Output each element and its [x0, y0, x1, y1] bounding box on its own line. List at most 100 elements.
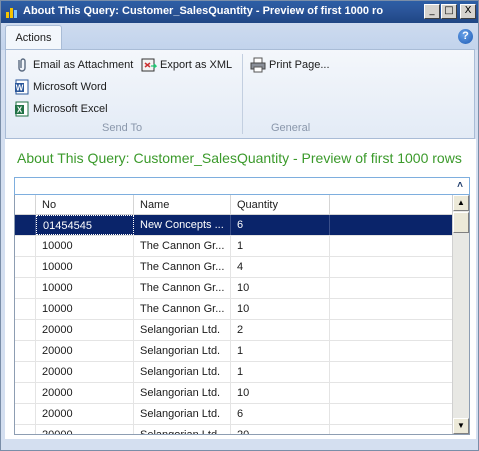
cell-name[interactable]: The Cannon Gr... — [134, 278, 231, 298]
printer-icon — [250, 57, 266, 73]
app-chart-icon — [6, 8, 17, 18]
svg-text:X: X — [17, 105, 23, 114]
cell-name[interactable]: Selangorian Ltd. — [134, 404, 231, 424]
group-separator — [242, 54, 243, 134]
cell-no[interactable]: 20000 — [36, 425, 134, 434]
cell-quantity[interactable]: 1 — [231, 236, 330, 256]
filter-bar[interactable]: ˄ — [14, 177, 470, 195]
cell-quantity[interactable]: 20 — [231, 425, 330, 434]
table-row[interactable]: 01454545 New Concepts ... 6 — [15, 215, 452, 236]
ribbon-tab-strip: Actions ? — [1, 23, 478, 51]
microsoft-word-button[interactable]: W Microsoft Word — [14, 77, 107, 96]
cell-name[interactable]: Selangorian Ltd. — [134, 320, 231, 340]
cell-quantity[interactable]: 6 — [231, 404, 330, 424]
excel-icon: X — [14, 101, 30, 117]
export-as-xml-label: Export as XML — [160, 58, 233, 71]
maximize-button[interactable]: □ — [441, 4, 457, 19]
cell-name[interactable]: Selangorian Ltd. — [134, 362, 231, 382]
scroll-down-icon[interactable]: ▼ — [453, 418, 469, 434]
cell-quantity[interactable]: 10 — [231, 299, 330, 319]
cell-no[interactable]: 20000 — [36, 404, 134, 424]
svg-text:W: W — [16, 83, 24, 92]
column-header-name[interactable]: Name — [134, 195, 231, 215]
cell-quantity[interactable]: 2 — [231, 320, 330, 340]
microsoft-word-label: Microsoft Word — [33, 80, 107, 93]
cell-no[interactable]: 10000 — [36, 299, 134, 319]
cell-quantity[interactable]: 1 — [231, 362, 330, 382]
table-row[interactable]: 20000 Selangorian Ltd. 20 — [15, 425, 452, 434]
table-row[interactable]: 20000 Selangorian Ltd. 1 — [15, 362, 452, 383]
table-row[interactable]: 20000 Selangorian Ltd. 1 — [15, 341, 452, 362]
group-label-send-to: Send To — [102, 122, 143, 134]
row-selector[interactable] — [15, 320, 36, 340]
table-row[interactable]: 20000 Selangorian Ltd. 2 — [15, 320, 452, 341]
column-header-quantity[interactable]: Quantity — [231, 195, 330, 215]
row-selector[interactable] — [15, 362, 36, 382]
ribbon-panel: Email as Attachment Export as XML W Micr… — [5, 49, 475, 139]
email-attachment-icon — [14, 57, 30, 73]
cell-quantity[interactable]: 1 — [231, 341, 330, 361]
cell-name[interactable]: Selangorian Ltd. — [134, 341, 231, 361]
table-row[interactable]: 10000 The Cannon Gr... 1 — [15, 236, 452, 257]
content-area: About This Query: Customer_SalesQuantity… — [5, 139, 476, 439]
word-icon: W — [14, 79, 30, 95]
row-selector[interactable] — [15, 299, 36, 319]
print-page-button[interactable]: Print Page... — [250, 55, 330, 74]
cell-no[interactable]: 20000 — [36, 362, 134, 382]
window-title: About This Query: Customer_SalesQuantity… — [23, 5, 384, 17]
table-row[interactable]: 20000 Selangorian Ltd. 6 — [15, 404, 452, 425]
row-selector[interactable] — [15, 383, 36, 403]
vertical-scrollbar[interactable]: ▲ ▼ — [452, 195, 469, 434]
microsoft-excel-label: Microsoft Excel — [33, 102, 108, 115]
minimize-button[interactable]: _ — [424, 4, 440, 19]
column-header-no[interactable]: No — [36, 195, 134, 215]
cell-quantity[interactable]: 6 — [231, 215, 330, 235]
query-preview-window: About This Query: Customer_SalesQuantity… — [0, 0, 479, 451]
microsoft-excel-button[interactable]: X Microsoft Excel — [14, 99, 108, 118]
scroll-thumb[interactable] — [453, 212, 469, 233]
cell-no[interactable]: 20000 — [36, 383, 134, 403]
row-selector[interactable] — [15, 425, 36, 434]
row-selector[interactable] — [15, 236, 36, 256]
page-title: About This Query: Customer_SalesQuantity… — [17, 150, 462, 166]
row-selector[interactable] — [15, 215, 36, 235]
cell-no[interactable]: 20000 — [36, 320, 134, 340]
export-as-xml-button[interactable]: Export as XML — [141, 55, 232, 74]
table-row[interactable]: 10000 The Cannon Gr... 4 — [15, 257, 452, 278]
cell-name[interactable]: The Cannon Gr... — [134, 257, 231, 277]
cell-no[interactable]: 20000 — [36, 341, 134, 361]
email-as-attachment-label: Email as Attachment — [33, 58, 134, 71]
cell-no[interactable]: 10000 — [36, 257, 134, 277]
print-page-label: Print Page... — [269, 58, 330, 71]
cell-quantity[interactable]: 4 — [231, 257, 330, 277]
cell-quantity[interactable]: 10 — [231, 383, 330, 403]
close-button[interactable]: X — [460, 4, 476, 19]
email-as-attachment-button[interactable]: Email as Attachment — [14, 55, 133, 74]
export-xml-icon — [141, 57, 158, 73]
cell-name[interactable]: Selangorian Ltd. — [134, 425, 231, 434]
cell-quantity[interactable]: 10 — [231, 278, 330, 298]
results-grid: No Name Quantity 01454545 New Concepts ..… — [14, 195, 470, 435]
title-bar[interactable]: About This Query: Customer_SalesQuantity… — [1, 1, 478, 23]
table-row[interactable]: 20000 Selangorian Ltd. 10 — [15, 383, 452, 404]
cell-name[interactable]: The Cannon Gr... — [134, 299, 231, 319]
table-row[interactable]: 10000 The Cannon Gr... 10 — [15, 299, 452, 320]
row-selector-header — [15, 195, 36, 215]
help-icon[interactable]: ? — [458, 29, 473, 44]
row-selector[interactable] — [15, 257, 36, 277]
cell-no[interactable]: 01454545 — [36, 215, 134, 235]
tab-actions[interactable]: Actions — [5, 25, 62, 51]
group-label-general: General — [271, 122, 311, 134]
scroll-up-icon[interactable]: ▲ — [453, 195, 469, 211]
row-selector[interactable] — [15, 404, 36, 424]
chevron-up-icon[interactable]: ˄ — [457, 180, 463, 191]
row-selector[interactable] — [15, 278, 36, 298]
cell-no[interactable]: 10000 — [36, 278, 134, 298]
cell-name[interactable]: Selangorian Ltd. — [134, 383, 231, 403]
table-row[interactable]: 10000 The Cannon Gr... 10 — [15, 278, 452, 299]
cell-name[interactable]: The Cannon Gr... — [134, 236, 231, 256]
cell-name[interactable]: New Concepts ... — [134, 215, 231, 235]
cell-no[interactable]: 10000 — [36, 236, 134, 256]
row-selector[interactable] — [15, 341, 36, 361]
grid-header: No Name Quantity — [15, 195, 452, 215]
